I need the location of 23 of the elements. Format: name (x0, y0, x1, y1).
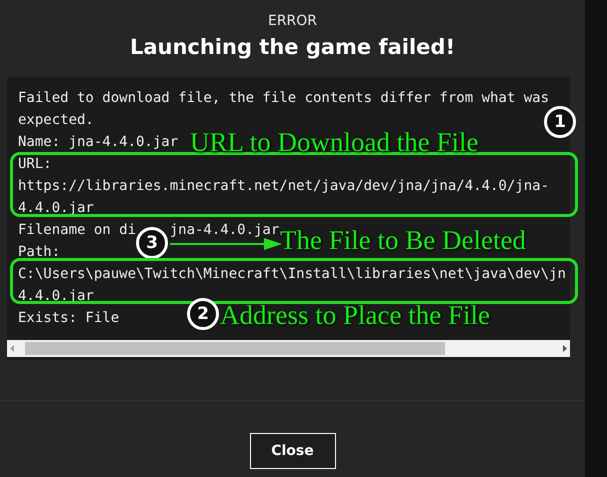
log-line: 4.4.0.jar (18, 287, 94, 306)
log-line: C:\Users\pauwe\Twitch\Minecraft\Install\libraries\net\java\dev\jn (18, 265, 566, 284)
log-line: https://libraries.minecraft.net/net/java/dev/jna/jna/4.4.0/jna- (18, 177, 550, 196)
close-button[interactable]: Close (250, 433, 336, 469)
log-line: Filename on di (18, 221, 136, 240)
scrollbar-thumb[interactable] (25, 342, 445, 355)
horizontal-scrollbar[interactable] (7, 340, 570, 357)
log-line: 4.4.0.jar (18, 199, 94, 218)
log-line: Exists: File (18, 309, 120, 328)
log-line: Path: (18, 243, 60, 262)
log-line: Name: jna-4.4.0.jar (18, 133, 178, 152)
dialog-title: Launching the game failed! (130, 34, 456, 61)
annotation-label: URL to Download the File (190, 127, 478, 157)
annotation-label: The File to Be Deleted (280, 225, 526, 255)
log-line: Failed to download file, the file contents differ from what was (18, 89, 550, 108)
number-marker: 1 (544, 106, 576, 138)
number-marker: 2 (187, 298, 219, 330)
log-line: expected. (18, 111, 94, 130)
annotation-label: Address to Place the File (220, 300, 490, 330)
number-marker: 3 (136, 227, 168, 259)
dialog-caption: ERROR (268, 13, 318, 30)
log-line: jna-4.4.0.jar (170, 221, 280, 240)
log-line: URL: (18, 155, 52, 174)
